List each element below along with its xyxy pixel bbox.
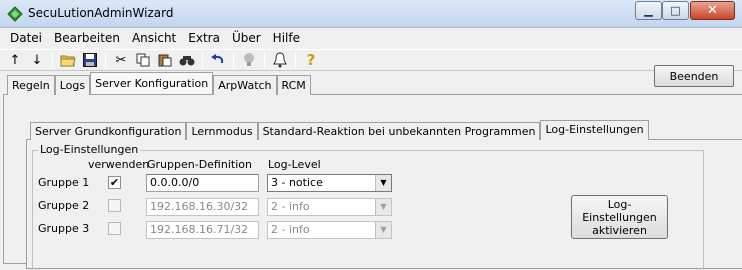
cut-icon[interactable]: ✂ [110, 50, 132, 70]
sub-tabs: Server Grundkonfiguration Lernmodus Stan… [30, 120, 649, 140]
tab-arpwatch[interactable]: ArpWatch [213, 75, 277, 95]
tab-rcm[interactable]: RCM [276, 75, 311, 95]
col-header-use: verwenden [88, 158, 150, 171]
group-3-log-level-select[interactable]: 2 - info ▼ [267, 221, 392, 239]
window-title: SecuLutionAdminWizard [28, 6, 174, 20]
toolbar-separator [105, 52, 106, 68]
group-3-definition-field[interactable]: 192.168.16.71/32 [146, 221, 259, 239]
tab-logs[interactable]: Logs [54, 75, 91, 95]
group-2-log-level-value: 2 - info [271, 200, 310, 213]
open-folder-icon[interactable] [57, 50, 79, 70]
arrow-up-icon[interactable]: ↑ [4, 50, 26, 70]
tab-server-konfiguration[interactable]: Server Konfiguration [90, 72, 214, 94]
help-icon[interactable]: ? [300, 50, 322, 70]
col-header-log-level: Log-Level [268, 158, 321, 171]
menu-datei[interactable]: Datei [4, 29, 48, 48]
save-icon[interactable] [79, 50, 101, 70]
tab-standard-reaktion[interactable]: Standard-Reaktion bei unbekannten Progra… [257, 122, 541, 140]
toolbar-separator [233, 52, 234, 68]
toolbar-separator [52, 52, 53, 68]
maximize-button[interactable]: □ [662, 1, 689, 20]
toolbar-separator [202, 52, 203, 68]
group-1-definition-field[interactable]: 0.0.0.0/0 [146, 174, 259, 192]
tab-log-einstellungen[interactable]: Log-Einstellungen [540, 120, 649, 140]
menu-ansicht[interactable]: Ansicht [126, 29, 182, 48]
close-button[interactable]: ✕ [690, 1, 735, 20]
group-3-label: Gruppe 3 [38, 222, 90, 235]
main-tabs: Regeln Logs Server Konfiguration ArpWatc… [7, 72, 311, 95]
group-1-log-level-select[interactable]: 3 - notice ▼ [267, 174, 392, 192]
tab-server-grundkonfiguration[interactable]: Server Grundkonfiguration [30, 122, 187, 140]
copy-icon[interactable] [132, 50, 154, 70]
app-logo-icon [7, 6, 23, 22]
group-1-label: Gruppe 1 [38, 176, 90, 189]
group-2-definition-field[interactable]: 192.168.16.30/32 [146, 198, 259, 216]
menu-ueber[interactable]: Über [226, 29, 267, 48]
group-2-log-level-select[interactable]: 2 - info ▼ [267, 198, 392, 216]
minimize-icon: ▁ [644, 4, 653, 17]
group-2-checkbox[interactable] [108, 199, 121, 212]
menu-bar: Datei Bearbeiten Ansicht Extra Über Hilf… [0, 29, 742, 48]
chevron-down-icon: ▼ [375, 222, 391, 238]
menu-extra[interactable]: Extra [182, 29, 226, 48]
activate-log-settings-button[interactable]: Log-Einstellungen aktivieren [571, 195, 668, 239]
beenden-button[interactable]: Beenden [654, 65, 734, 87]
maximize-icon: □ [670, 4, 681, 17]
menu-bearbeiten[interactable]: Bearbeiten [48, 29, 126, 48]
tab-regeln[interactable]: Regeln [7, 75, 55, 95]
tab-lernmodus[interactable]: Lernmodus [186, 122, 258, 140]
paste-icon[interactable] [154, 50, 176, 70]
groupbox-title: Log-Einstellungen [38, 143, 141, 156]
undo-icon[interactable] [207, 50, 229, 70]
find-icon[interactable] [176, 50, 198, 70]
minimize-button[interactable]: ▁ [635, 1, 662, 20]
group-1-checkbox[interactable]: ✔ [108, 176, 121, 189]
bell-icon[interactable] [269, 50, 291, 70]
checkmark-icon: ✔ [109, 176, 120, 189]
group-3-checkbox[interactable] [108, 222, 121, 235]
chevron-down-icon: ▼ [375, 175, 391, 191]
col-header-group-def: Gruppen-Definition [147, 158, 252, 171]
toolbar-separator [295, 52, 296, 68]
lightbulb-icon[interactable] [238, 50, 260, 70]
chevron-down-icon: ▼ [375, 199, 391, 215]
group-1-log-level-value: 3 - notice [271, 176, 323, 189]
group-2-label: Gruppe 2 [38, 199, 90, 212]
arrow-down-icon[interactable]: ↓ [26, 50, 48, 70]
title-bar: SecuLutionAdminWizard ▁ □ ✕ [0, 0, 742, 28]
group-3-log-level-value: 2 - info [271, 223, 310, 236]
menu-hilfe[interactable]: Hilfe [267, 29, 306, 48]
close-icon: ✕ [707, 3, 718, 18]
toolbar: ↑ ↓ ✂ ? [0, 49, 742, 71]
toolbar-separator [264, 52, 265, 68]
